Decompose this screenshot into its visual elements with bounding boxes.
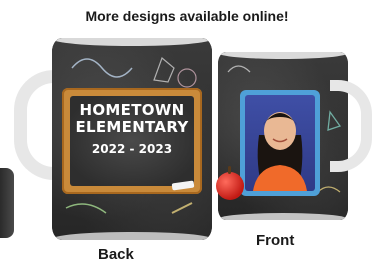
back-caption: Back [98, 246, 134, 263]
chalkboard-surface: HOMETOWN ELEMENTARY 2022 - 2023 [70, 96, 194, 186]
apple-icon [216, 166, 244, 200]
front-mug-handle [330, 80, 372, 172]
promo-headline: More designs available online! [85, 8, 289, 24]
chalkboard-sign: HOMETOWN ELEMENTARY 2022 - 2023 [62, 88, 202, 194]
student-portrait-icon [253, 112, 307, 191]
partial-mug-left-edge [0, 168, 14, 238]
student-photo-frame [240, 90, 320, 196]
school-year: 2022 - 2023 [91, 142, 173, 156]
student-photo [245, 95, 315, 191]
school-name-line2: ELEMENTARY [75, 118, 189, 136]
front-caption: Front [256, 232, 295, 249]
school-name-line1: HOMETOWN [79, 101, 185, 119]
